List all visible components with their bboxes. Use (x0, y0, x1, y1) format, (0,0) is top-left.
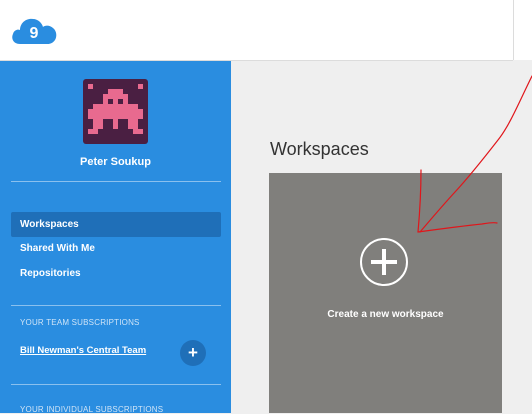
create-workspace-label: Create a new workspace (327, 309, 444, 320)
space-invader-icon (88, 84, 143, 134)
nav-item-shared-with-me[interactable]: Shared With Me (11, 236, 221, 261)
top-bar-edge (513, 0, 532, 60)
team-subscription-link[interactable]: Bill Newman's Central Team (20, 345, 146, 356)
create-workspace-card[interactable]: Create a new workspace (269, 173, 502, 413)
team-subscriptions-heading: YOUR TEAM SUBSCRIPTIONS (20, 318, 140, 327)
user-name: Peter Soukup (80, 156, 151, 168)
nav-item-repositories[interactable]: Repositories (11, 261, 221, 286)
page-title: Workspaces (270, 139, 369, 159)
nav-item-workspaces[interactable]: Workspaces (11, 212, 221, 237)
top-bar: 9 (0, 0, 513, 61)
divider (11, 384, 221, 385)
plus-circle-icon (360, 238, 408, 286)
sidebar: Peter Soukup Workspaces Shared With Me R… (0, 61, 231, 414)
divider (11, 305, 221, 306)
add-team-subscription-button[interactable]: + (180, 340, 206, 366)
divider (11, 181, 221, 182)
logo-text: 9 (30, 25, 39, 42)
avatar (83, 79, 148, 144)
cloud9-logo-icon[interactable]: 9 (10, 14, 58, 48)
